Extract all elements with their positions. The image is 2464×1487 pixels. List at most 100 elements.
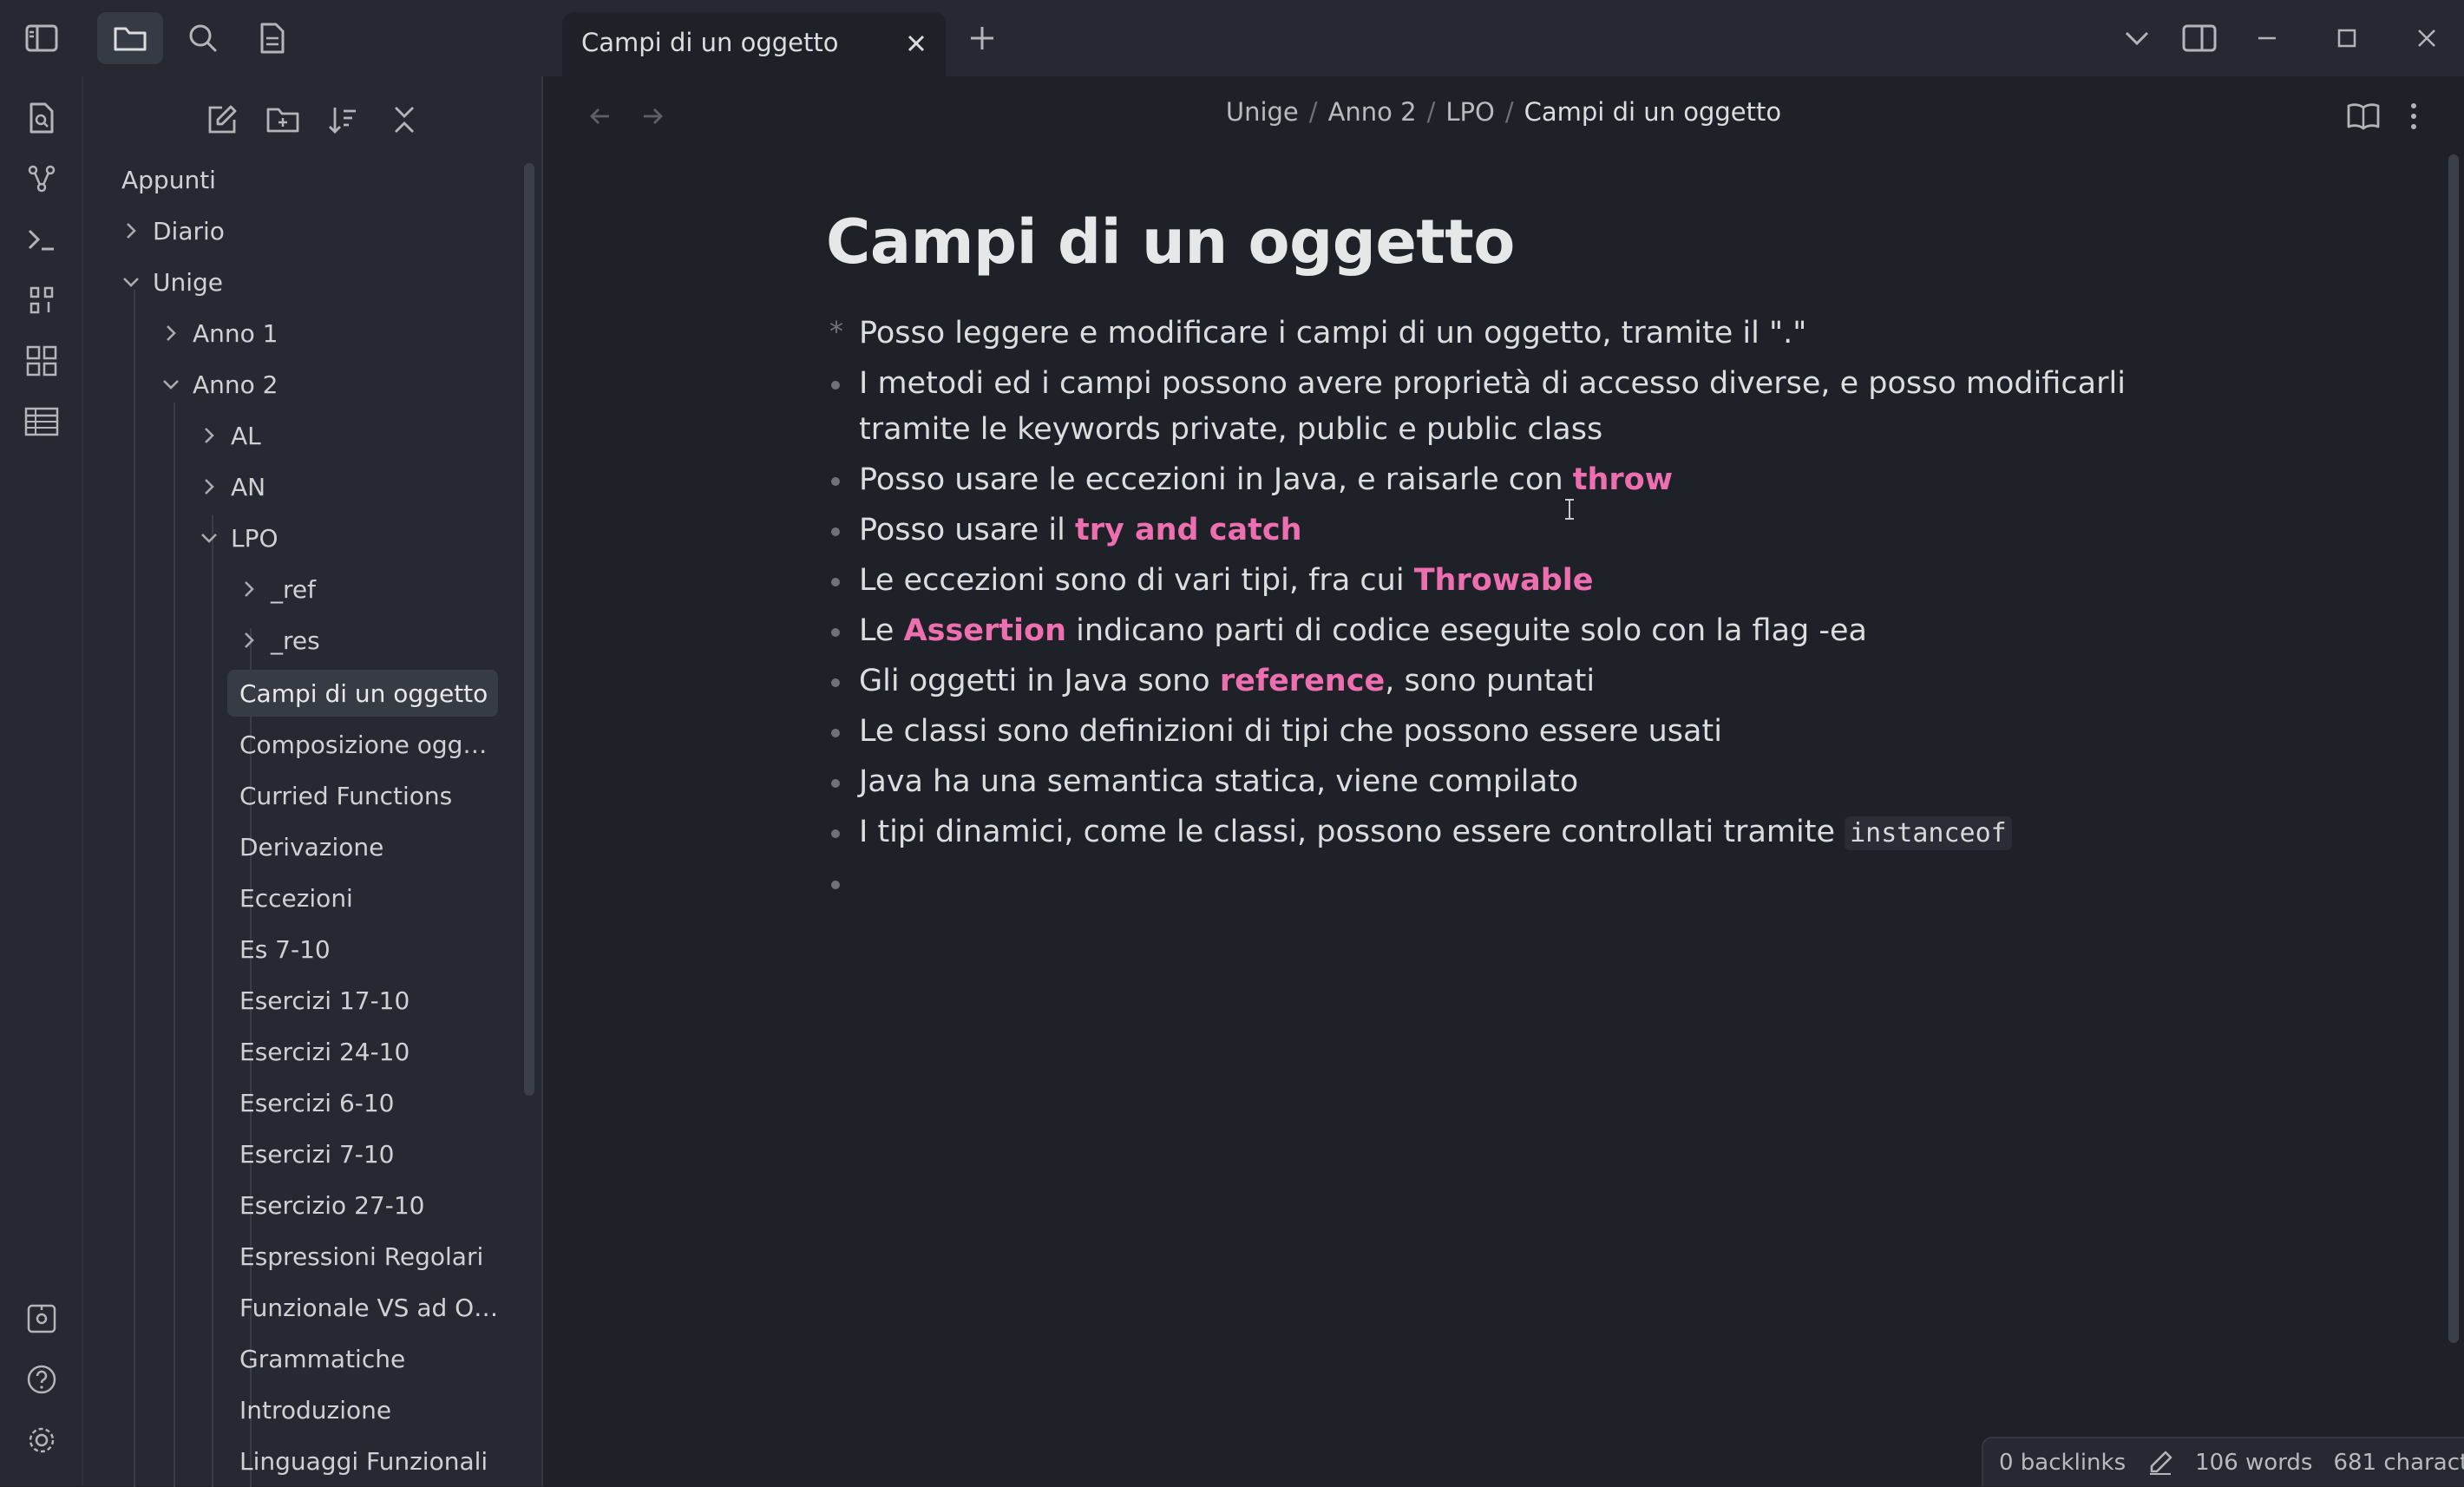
tree-file[interactable]: Esercizio 27-10: [239, 1182, 424, 1228]
backlinks-count[interactable]: 0 backlinks: [1999, 1450, 2126, 1476]
table-icon[interactable]: [19, 399, 64, 444]
tree-item-label: _res: [271, 626, 320, 655]
note-bullet-item[interactable]: Gli oggetti in Java sono reference, sono…: [829, 658, 2131, 704]
note-bullet-item[interactable]: I metodi ed i campi possono avere propri…: [829, 361, 2131, 453]
tree-folder-lpo[interactable]: LPO: [196, 514, 279, 561]
vault-switcher-icon[interactable]: [19, 1296, 64, 1341]
tree-item-label: Diario: [153, 216, 225, 246]
bullet-dot-marker: [831, 381, 840, 390]
files-folder-icon[interactable]: [97, 12, 163, 64]
sort-order-icon[interactable]: [319, 95, 368, 144]
maximize-icon[interactable]: [2317, 12, 2377, 64]
tree-file[interactable]: Esercizi 7-10: [239, 1130, 395, 1177]
tree-item-label: Esercizi 6-10: [239, 1088, 395, 1117]
reading-view-book-icon[interactable]: [2341, 94, 2386, 139]
tree-file[interactable]: Introduzione: [239, 1386, 391, 1433]
graph-view-icon[interactable]: [19, 156, 64, 201]
help-icon[interactable]: [19, 1357, 64, 1402]
bullet-text: Gli oggetti in Java sono: [859, 664, 1220, 698]
minimize-icon[interactable]: [2237, 12, 2297, 64]
right-sidebar-toggle-icon[interactable]: [2169, 12, 2230, 64]
tab-campi-di-un-oggetto[interactable]: Campi di un oggetto: [562, 12, 946, 76]
tree-item-label: AL: [231, 421, 261, 450]
bullet-dot-marker: [831, 527, 840, 536]
breadcrumb-item[interactable]: Unige: [1226, 97, 1299, 127]
tree-file[interactable]: Es 7-10: [239, 926, 331, 973]
chevron-down-icon: [201, 534, 217, 543]
tree-folder-unige[interactable]: Unige: [118, 259, 223, 305]
tree-folder-al[interactable]: AL: [196, 412, 261, 459]
search-icon[interactable]: [170, 12, 236, 64]
tree-file[interactable]: Composizione ogg…: [239, 721, 487, 768]
collapse-all-icon[interactable]: [380, 95, 429, 144]
tree-file[interactable]: Funzionale VS ad O…: [239, 1284, 498, 1331]
tree-file-campi-di-un-oggetto[interactable]: Campi di un oggetto: [227, 670, 498, 717]
vault-name[interactable]: Appunti: [121, 156, 216, 203]
window-close-icon[interactable]: [2396, 12, 2457, 64]
tree-folder-an[interactable]: AN: [196, 463, 265, 510]
bullet-dot-marker: [831, 678, 840, 687]
more-options-icon[interactable]: [2391, 94, 2436, 139]
tree-folder-res[interactable]: _res: [236, 617, 320, 664]
note-title[interactable]: Campi di un oggetto: [826, 206, 1515, 278]
note-bullet-item[interactable]: Le eccezioni sono di vari tipi, fra cui …: [829, 558, 2131, 604]
bold-highlight-text: Assertion: [903, 613, 1066, 648]
new-folder-icon[interactable]: [259, 95, 307, 144]
tree-file[interactable]: Eccezioni: [239, 875, 353, 921]
note-bullet-item[interactable]: I tipi dinamici, come le classi, possono…: [829, 809, 2131, 856]
note-bullet-item[interactable]: Posso usare il try and catch: [829, 508, 2131, 554]
note-bullet-item[interactable]: Java ha una semantica statica, viene com…: [829, 759, 2131, 805]
terminal-icon[interactable]: [19, 217, 64, 262]
character-count: 681 characters: [2333, 1449, 2464, 1476]
tree-file[interactable]: Esercizi 24-10: [239, 1028, 410, 1075]
tree-folder-anno-2[interactable]: Anno 2: [158, 361, 279, 408]
tree-file[interactable]: Grammatiche: [239, 1335, 405, 1382]
breadcrumb: Unige / Anno 2/LPO / Campi di un oggetto: [1225, 97, 1782, 127]
note-bullet-item[interactable]: * Posso leggere e modificare i campi di u…: [829, 311, 2131, 357]
tree-item-label: Derivazione: [239, 832, 384, 861]
tree-folder-anno-1[interactable]: Anno 1: [158, 310, 279, 357]
indent-guide: [174, 403, 175, 1487]
sidebar-toggle-icon[interactable]: [9, 12, 75, 64]
bullet-text: Posso usare il: [859, 513, 1075, 547]
breadcrumb-item[interactable]: LPO: [1445, 97, 1494, 127]
tree-file[interactable]: Linguaggi Funzionali: [239, 1438, 488, 1484]
chevron-down-icon: [123, 278, 139, 287]
editor-pane: Unige / Anno 2/LPO / Campi di un oggetto Cam…: [543, 76, 2464, 1486]
tree-file[interactable]: Espressioni Regolari: [239, 1233, 483, 1280]
templates-icon[interactable]: [19, 278, 64, 323]
edit-pencil-icon[interactable]: [2146, 1449, 2174, 1477]
tree-file[interactable]: Esercizi 17-10: [239, 977, 410, 1024]
bullet-text: , sono puntati: [1385, 664, 1596, 698]
tree-file[interactable]: Derivazione: [239, 823, 383, 870]
bullet-text: I tipi dinamici, come le classi, possono…: [859, 815, 1845, 849]
tab-list-chevron-down-icon[interactable]: [2107, 12, 2167, 64]
explorer-scrollbar[interactable]: [524, 163, 534, 1096]
note-bullet-item[interactable]: Posso usare le eccezioni in Java, e rais…: [829, 457, 2131, 503]
settings-gear-icon[interactable]: [19, 1418, 64, 1463]
bullet-dot-marker: [831, 628, 840, 637]
note-bullet-item[interactable]: [829, 861, 2131, 907]
chevron-right-icon: [205, 479, 214, 495]
bullet-text: Le eccezioni sono di vari tipi, fra cui: [859, 563, 1414, 598]
open-quick-switcher-icon[interactable]: [19, 95, 64, 141]
note-bullet-item[interactable]: Le classi sono definizioni di tipi che p…: [829, 709, 2131, 755]
tab-title: Campi di un oggetto: [581, 28, 839, 57]
tree-folder-diario[interactable]: Diario: [118, 207, 225, 254]
new-tab-plus-icon[interactable]: [949, 12, 1015, 64]
tree-file[interactable]: Curried Functions: [239, 772, 452, 819]
breadcrumb-item[interactable]: Anno 2: [1328, 97, 1417, 127]
bullet-dot-marker: [831, 578, 840, 586]
note-bullet-list[interactable]: * Posso leggere e modificare i campi di u…: [829, 311, 2131, 911]
new-note-icon[interactable]: [198, 95, 246, 144]
note-bullet-item[interactable]: Le Assertion indicano parti di codice es…: [829, 608, 2131, 654]
editor-scrollbar[interactable]: [2448, 154, 2459, 1343]
bookmark-document-icon[interactable]: [239, 12, 305, 64]
breadcrumb-current[interactable]: Campi di un oggetto: [1524, 97, 1782, 127]
tree-folder-ref[interactable]: _ref: [236, 566, 316, 612]
bullet-text: Le classi sono definizioni di tipi che p…: [859, 714, 1722, 749]
dashboard-grid-icon[interactable]: [19, 338, 64, 383]
tree-file[interactable]: Esercizi 6-10: [239, 1079, 395, 1126]
bullet-dot-marker: [831, 881, 840, 889]
close-icon[interactable]: [902, 29, 930, 57]
